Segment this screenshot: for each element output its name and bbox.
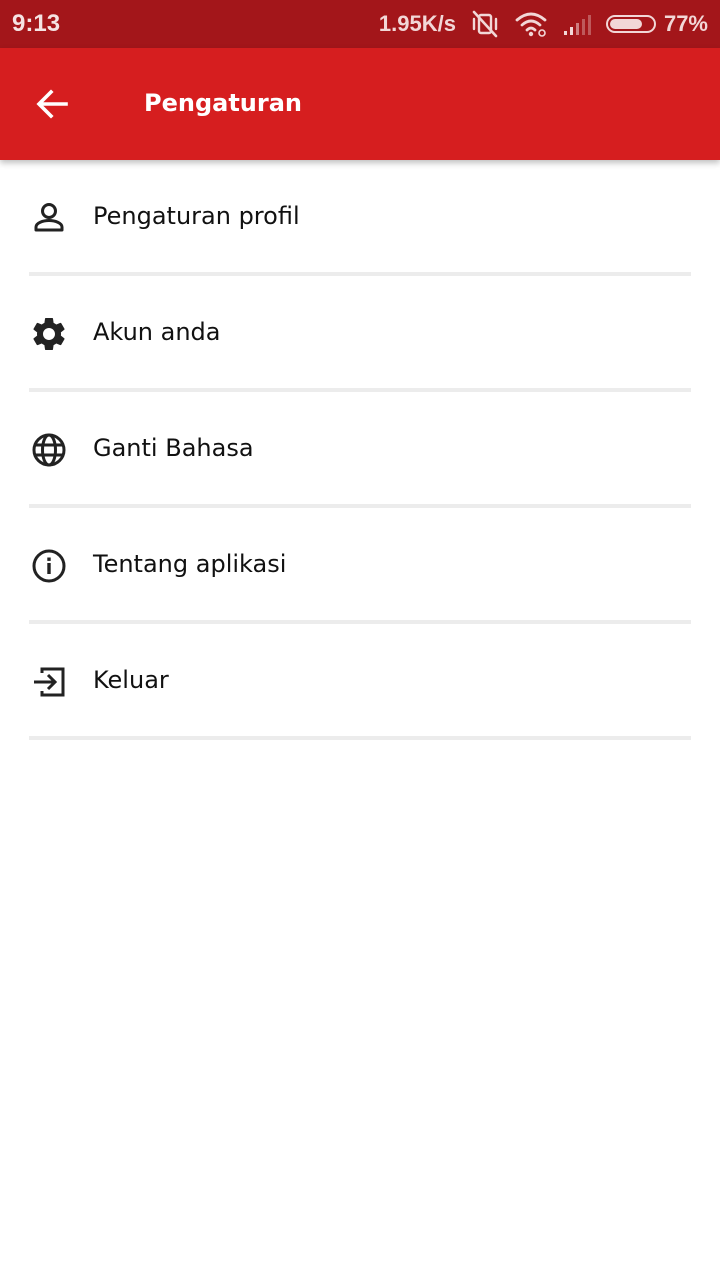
menu-item-label: Keluar xyxy=(93,666,169,694)
status-indicators: 1.95K/s 77% xyxy=(379,10,708,38)
menu-item-logout[interactable]: Keluar xyxy=(0,624,720,740)
globe-icon xyxy=(29,430,69,470)
menu-item-your-account[interactable]: Akun anda xyxy=(0,276,720,392)
menu-item-about-app[interactable]: Tentang aplikasi xyxy=(0,508,720,624)
divider xyxy=(29,736,691,740)
app-bar: Pengaturan xyxy=(0,48,720,160)
gear-icon xyxy=(29,314,69,354)
info-icon xyxy=(29,546,69,586)
cellular-signal-icon xyxy=(562,12,592,36)
menu-item-label: Ganti Bahasa xyxy=(93,434,254,462)
menu-item-change-language[interactable]: Ganti Bahasa xyxy=(0,392,720,508)
back-button[interactable] xyxy=(24,76,80,132)
menu-item-profile-settings[interactable]: Pengaturan profil xyxy=(0,160,720,276)
menu-item-label: Pengaturan profil xyxy=(93,202,300,230)
battery-indicator: 77% xyxy=(605,11,708,37)
logout-icon xyxy=(29,662,69,702)
battery-icon xyxy=(605,15,656,33)
mute-vibrate-off-icon xyxy=(470,10,500,38)
page-title: Pengaturan xyxy=(144,89,303,117)
status-time: 9:13 xyxy=(12,10,61,37)
arrow-left-icon xyxy=(36,89,68,119)
status-bar: 9:13 1.95K/s 77% xyxy=(0,0,720,48)
menu-item-label: Tentang aplikasi xyxy=(93,550,287,578)
battery-percent: 77% xyxy=(663,11,708,36)
menu-item-label: Akun anda xyxy=(93,318,221,346)
settings-menu: Pengaturan profil Akun anda Ganti Bahasa xyxy=(0,160,720,740)
battery-level-fill xyxy=(609,19,643,29)
wifi-icon xyxy=(514,10,548,38)
network-speed: 1.95K/s xyxy=(378,11,456,36)
person-icon xyxy=(29,198,69,238)
